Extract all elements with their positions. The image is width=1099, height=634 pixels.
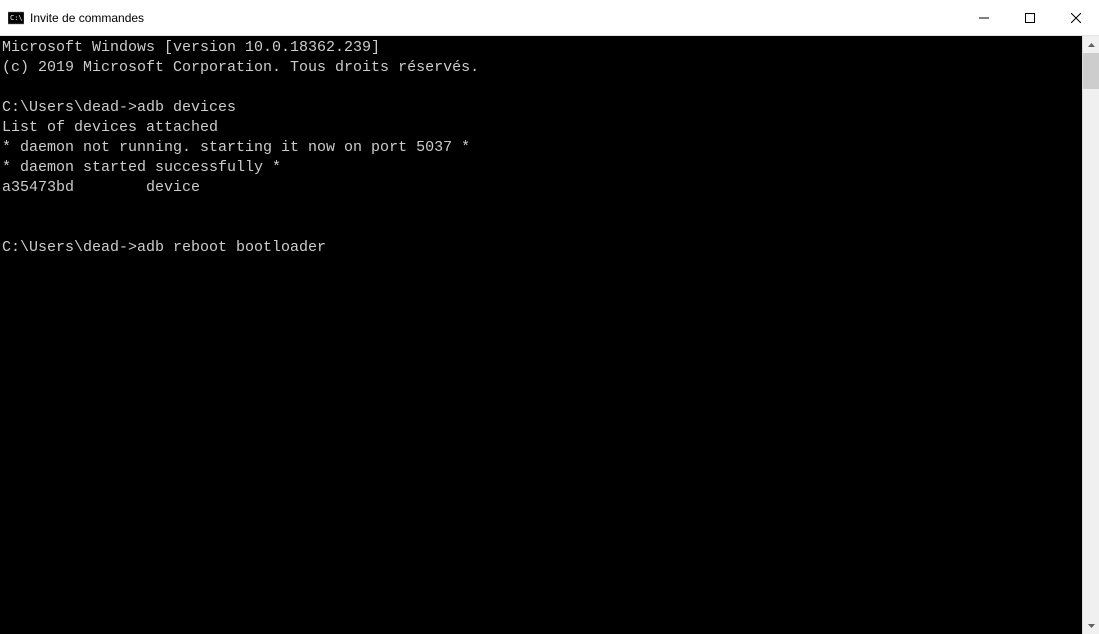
window-title: Invite de commandes [30,11,961,25]
scroll-down-arrow[interactable] [1083,617,1099,634]
close-icon [1071,13,1081,23]
scroll-track[interactable] [1083,53,1099,617]
maximize-icon [1025,13,1035,23]
vertical-scrollbar[interactable] [1082,36,1099,634]
minimize-button[interactable] [961,0,1007,35]
window-titlebar: C:\ Invite de commandes [0,0,1099,36]
close-button[interactable] [1053,0,1099,35]
cmd-icon: C:\ [8,10,24,26]
chevron-up-icon [1088,43,1095,47]
minimize-icon [979,13,989,23]
window-controls [961,0,1099,35]
chevron-down-icon [1088,624,1095,628]
scroll-up-arrow[interactable] [1083,36,1099,53]
terminal-output[interactable]: Microsoft Windows [version 10.0.18362.23… [0,36,1082,634]
maximize-button[interactable] [1007,0,1053,35]
content-area: Microsoft Windows [version 10.0.18362.23… [0,36,1099,634]
scroll-thumb[interactable] [1083,53,1099,89]
svg-text:C:\: C:\ [10,14,23,22]
